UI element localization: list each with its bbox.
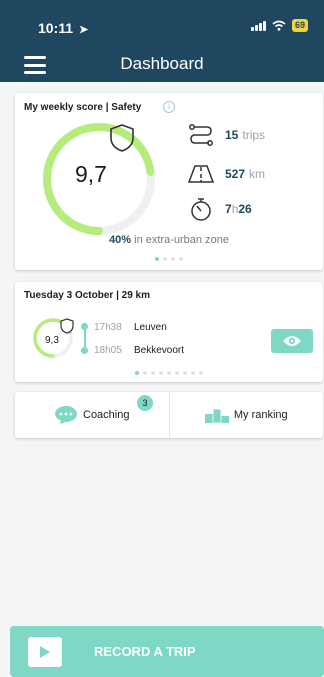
- ranking-label: My ranking: [233, 409, 288, 421]
- app-header: 10:11 ➤ 69 Dashboard: [0, 0, 324, 82]
- pager-dot[interactable]: [179, 257, 183, 261]
- podium-icon: [204, 408, 229, 423]
- trip-title: Tuesday 3 October | 29 km: [24, 290, 150, 301]
- pager-dot[interactable]: [151, 371, 155, 375]
- km-value: 527: [225, 167, 246, 181]
- play-icon: [28, 636, 62, 667]
- coaching-badge: 3: [137, 395, 153, 411]
- trip-end-time: 18h05: [94, 345, 122, 356]
- location-arrow-icon: ➤: [78, 24, 89, 36]
- extra-urban-label: in extra-urban zone: [134, 234, 229, 246]
- my-ranking-button[interactable]: My ranking: [168, 392, 324, 438]
- status-indicators: 69: [250, 19, 308, 32]
- time-minutes: 26: [238, 202, 252, 216]
- trip-start-dot: [81, 323, 88, 330]
- weekly-pager-dots[interactable]: [15, 257, 323, 261]
- time-separator: h: [231, 202, 239, 216]
- trips-unit: trips: [242, 128, 266, 142]
- pager-dot[interactable]: [171, 257, 175, 261]
- weekly-score-title: My weekly score | Safety: [24, 102, 142, 113]
- trips-value: 15: [225, 128, 239, 142]
- trip-start-place: Leuven: [134, 322, 167, 333]
- last-trip-card[interactable]: Tuesday 3 October | 29 km 9,3 17h38 Leuv…: [15, 282, 323, 382]
- pager-dot[interactable]: [199, 371, 203, 375]
- chat-bubble-icon: [55, 406, 77, 424]
- page-title: Dashboard: [120, 54, 204, 73]
- road-icon: [187, 165, 215, 183]
- route-icon: [189, 124, 213, 146]
- extra-urban-percent: 40%: [109, 234, 132, 246]
- coaching-button[interactable]: Coaching 3: [15, 392, 169, 438]
- pager-dot[interactable]: [167, 371, 171, 375]
- pager-dot[interactable]: [159, 371, 163, 375]
- battery-indicator: 69: [291, 19, 308, 32]
- weekly-score-card[interactable]: My weekly score | Safety i 9,7 15 trips …: [15, 93, 323, 270]
- record-trip-button[interactable]: RECORD A TRIP: [10, 626, 324, 677]
- extra-urban-text: 40% in extra-urban zone: [15, 234, 323, 246]
- trip-shield-icon: [60, 318, 74, 334]
- pager-dot[interactable]: [155, 257, 159, 261]
- distance-stat: 527 km: [187, 162, 265, 186]
- pager-dot[interactable]: [175, 371, 179, 375]
- trip-pager-dots[interactable]: [15, 371, 323, 375]
- trip-end-place: Bekkevoort: [134, 345, 185, 356]
- trips-stat: 15 trips: [187, 123, 265, 147]
- coaching-label: Coaching: [83, 409, 130, 421]
- stopwatch-icon: [191, 198, 211, 221]
- wifi-icon: [272, 20, 286, 31]
- trip-score-value: 9,3: [45, 335, 59, 346]
- trip-end-dot: [81, 347, 88, 354]
- status-time-text: 10:11: [38, 20, 74, 36]
- info-icon[interactable]: i: [163, 101, 175, 113]
- view-trip-button[interactable]: [271, 329, 313, 353]
- km-unit: km: [249, 167, 266, 181]
- weekly-score-value: 9,7: [75, 161, 107, 187]
- cell-signal-icon: [250, 20, 266, 31]
- pager-dot[interactable]: [183, 371, 187, 375]
- status-time: 10:11 ➤: [38, 20, 88, 36]
- pager-dot[interactable]: [135, 371, 139, 375]
- time-hours: 7: [225, 202, 232, 216]
- trip-start-time: 17h38: [94, 322, 122, 333]
- actions-card: Coaching 3 My ranking: [15, 392, 323, 438]
- duration-stat: 7 h 26: [187, 197, 252, 221]
- eye-icon: [283, 336, 301, 346]
- shield-icon: [110, 124, 134, 152]
- pager-dot[interactable]: [143, 371, 147, 375]
- pager-dot[interactable]: [163, 257, 167, 261]
- pager-dot[interactable]: [191, 371, 195, 375]
- record-trip-label: RECORD A TRIP: [94, 644, 196, 659]
